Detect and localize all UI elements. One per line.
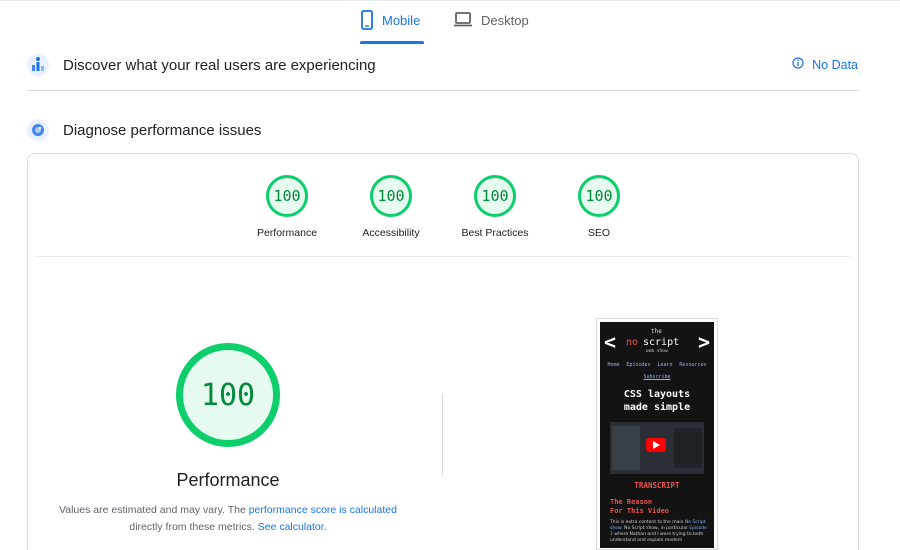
- gauge-best-practices-score: 100: [474, 175, 516, 217]
- site-body-text: This is extra content to the main No Scr…: [610, 520, 708, 544]
- play-icon: [646, 438, 666, 452]
- laptop-icon: [453, 10, 473, 31]
- smartphone-icon: [360, 10, 374, 33]
- gauge-seo[interactable]: 100 SEO: [544, 175, 654, 239]
- site-body-part: . No Script show, in particular: [621, 526, 690, 531]
- video-thumbnail: [610, 422, 704, 474]
- logo-chevron-left: <: [604, 330, 617, 354]
- gauge-seo-score: 100: [578, 175, 620, 217]
- logo-chevron-right: >: [697, 330, 710, 354]
- performance-title: Performance: [176, 470, 280, 490]
- video-panel: [612, 426, 640, 470]
- site-subscribe: Subscribe: [643, 374, 671, 380]
- logo-web-show: web show: [646, 349, 668, 354]
- field-data-title: Discover what your real users are experi…: [63, 56, 376, 74]
- device-tabs: Mobile Desktop: [0, 0, 900, 44]
- site-body-part: This is extra content to the main: [610, 520, 685, 525]
- site-headline-line: made simple: [623, 402, 691, 413]
- info-icon: [792, 57, 804, 72]
- card-divider: [36, 256, 850, 257]
- gauge-performance-score: 100: [266, 175, 308, 217]
- tab-desktop-label: Desktop: [481, 13, 529, 28]
- lab-data-title: Diagnose performance issues: [63, 121, 262, 139]
- lab-data-header: Diagnose performance issues: [27, 117, 859, 143]
- score-disclaimer: Values are estimated and may vary. The p…: [52, 502, 404, 536]
- section-divider: [27, 90, 859, 91]
- logo-script: script: [643, 337, 680, 348]
- site-reason-line: The Reason: [610, 498, 653, 506]
- site-nav-item: Learn: [657, 362, 673, 368]
- tab-desktop[interactable]: Desktop: [453, 10, 533, 44]
- performance-score-gauge: 100: [176, 343, 280, 447]
- tab-mobile[interactable]: Mobile: [360, 10, 424, 44]
- logo-the: the: [651, 328, 662, 335]
- video-panel: [674, 428, 702, 468]
- gauge-accessibility[interactable]: 100 Accessibility: [336, 175, 446, 239]
- final-screenshot[interactable]: < the no script web show > Home Episodes…: [596, 318, 718, 550]
- vertical-divider: [442, 394, 443, 476]
- see-calculator-link[interactable]: See calculator.: [258, 521, 327, 533]
- site-nav-item: Episodes: [626, 362, 651, 368]
- site-reason-line: For This Video: [610, 507, 670, 515]
- site-headline-line: CSS layouts: [623, 389, 691, 400]
- gauge-accessibility-label: Accessibility: [362, 227, 420, 239]
- score-calculated-link[interactable]: performance score is calculated: [249, 504, 397, 516]
- site-logo: < the no script web show >: [600, 328, 714, 354]
- disclaimer-mid: directly from these metrics.: [129, 521, 258, 533]
- diagnose-flask-icon: [27, 119, 49, 141]
- gauge-accessibility-score: 100: [370, 175, 412, 217]
- users-chart-icon: [27, 54, 49, 76]
- site-headline: CSS layouts made simple: [600, 388, 714, 414]
- tab-mobile-label: Mobile: [382, 13, 421, 28]
- gauge-performance-label: Performance: [256, 227, 318, 239]
- gauge-best-practices-label: Best Practices: [461, 227, 529, 239]
- no-data-label: No Data: [812, 57, 858, 72]
- no-data-link[interactable]: No Data: [792, 57, 858, 72]
- logo-no: no: [626, 337, 639, 348]
- disclaimer-prefix: Values are estimated and may vary. The: [59, 504, 249, 516]
- gauge-best-practices[interactable]: 100 Best Practices: [440, 175, 550, 239]
- active-tab-indicator: [360, 41, 424, 44]
- field-data-header: Discover what your real users are experi…: [27, 52, 859, 78]
- site-reason-heading: The Reason For This Video: [610, 498, 710, 516]
- site-nav-item: Resources: [679, 362, 707, 368]
- gauge-seo-label: SEO: [587, 227, 611, 239]
- site-transcript-heading: TRANSCRIPT: [634, 481, 680, 490]
- site-body-part: where Nathan and I were trying to both u…: [610, 532, 704, 543]
- site-nav: Home Episodes Learn Resources: [600, 362, 714, 368]
- gauge-performance[interactable]: 100 Performance: [232, 175, 342, 239]
- screenshot-page: < the no script web show > Home Episodes…: [600, 322, 714, 548]
- site-nav-item: Home: [607, 362, 620, 368]
